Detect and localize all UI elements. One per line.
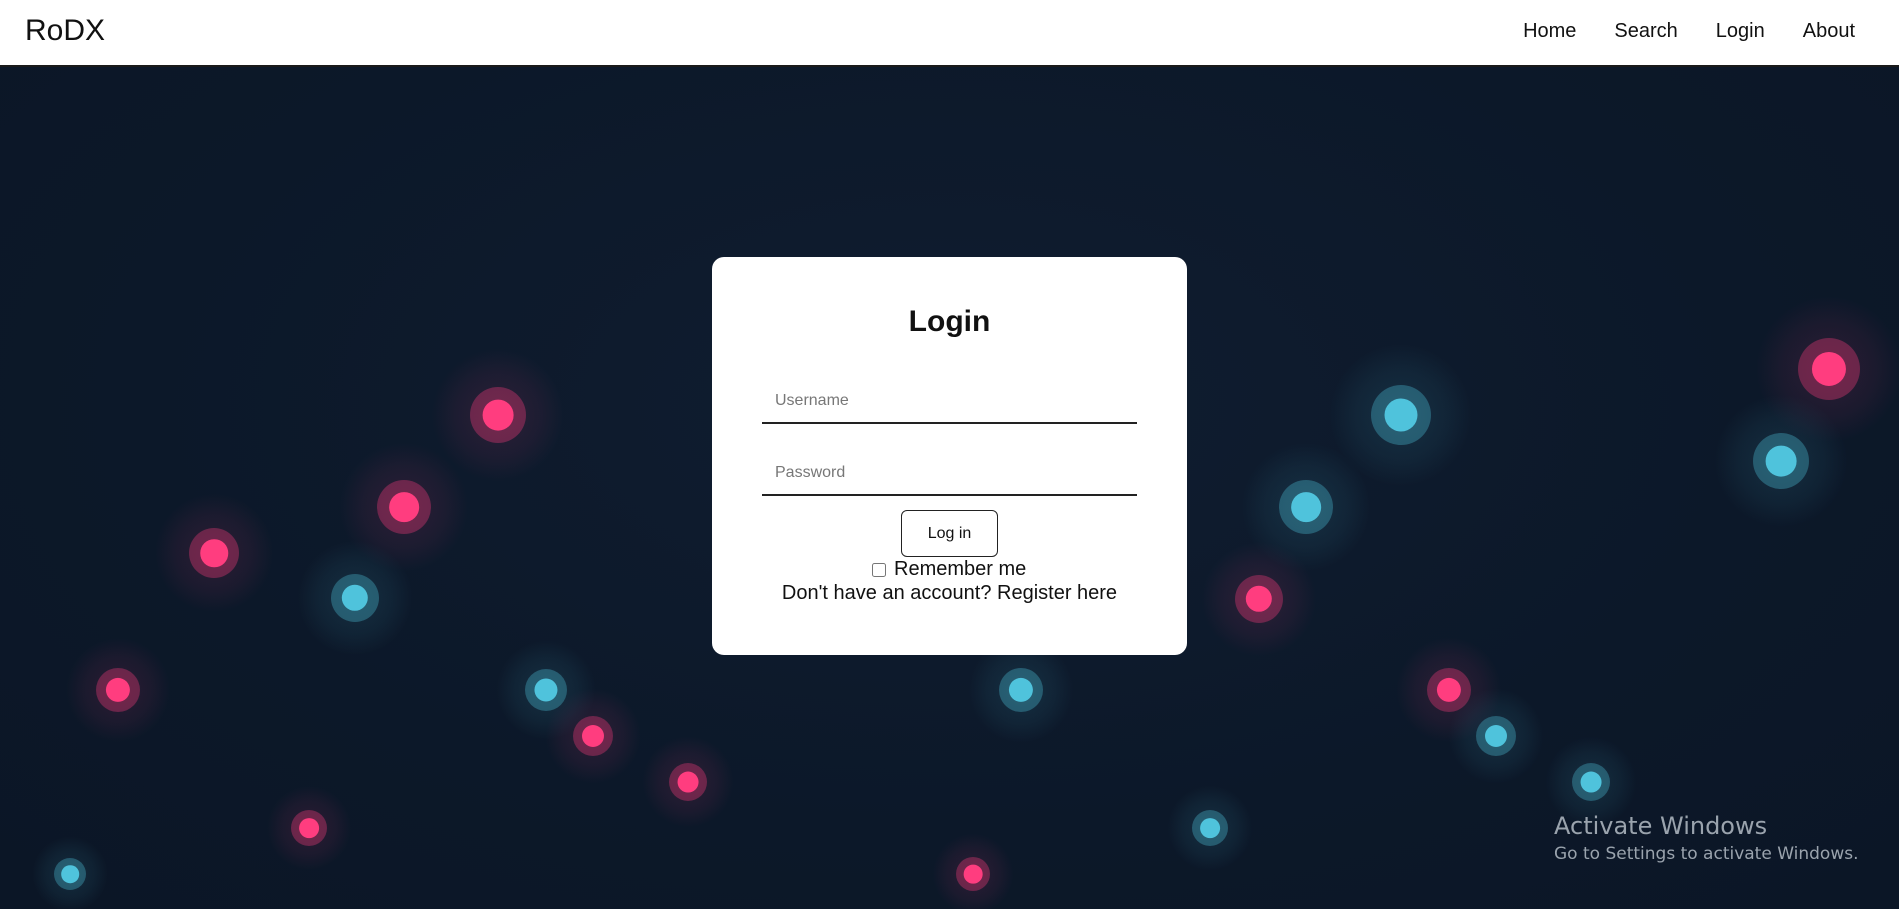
dot-core — [582, 725, 604, 747]
dot-core — [1200, 818, 1220, 838]
nav-link-about[interactable]: About — [1803, 20, 1855, 43]
pink-glow-dot — [154, 493, 274, 613]
watermark-title: Activate Windows — [1554, 812, 1768, 840]
dot-core — [482, 399, 514, 431]
pink-glow-dot — [932, 833, 1014, 909]
cyan-glow-dot — [297, 540, 413, 656]
register-prompt: Don't have an account? Register here — [712, 582, 1187, 605]
cyan-glow-dot — [1713, 393, 1849, 529]
pink-glow-dot — [65, 637, 171, 743]
top-navbar: RoDX Home Search Login About — [0, 0, 1899, 67]
password-input[interactable] — [762, 452, 1137, 496]
username-input[interactable] — [762, 380, 1137, 424]
dot-core — [61, 865, 79, 883]
pink-glow-dot — [265, 784, 353, 872]
dot-core — [677, 771, 699, 793]
login-button[interactable]: Log in — [901, 510, 998, 557]
remember-me[interactable]: Remember me — [872, 558, 1026, 581]
dot-core — [389, 492, 419, 522]
dot-core — [1811, 351, 1847, 387]
cyan-glow-dot — [1166, 784, 1254, 872]
dot-core — [1291, 492, 1321, 522]
dot-core — [1765, 445, 1797, 477]
dot-core — [534, 678, 558, 702]
watermark-subtitle: Go to Settings to activate Windows. — [1554, 844, 1859, 864]
login-title: Login — [908, 305, 991, 338]
dot-core — [200, 539, 228, 567]
dot-core — [1580, 771, 1602, 793]
remember-me-checkbox[interactable] — [872, 562, 886, 577]
cyan-glow-dot — [1329, 343, 1473, 487]
nav-links: Home Search Login About — [1523, 20, 1855, 43]
pink-glow-dot — [642, 736, 734, 828]
dot-core — [299, 818, 319, 838]
brand-logo[interactable]: RoDX — [25, 14, 105, 48]
cyan-glow-dot — [1448, 688, 1544, 784]
cyan-glow-dot — [31, 835, 109, 909]
register-link[interactable]: Don't have an account? Register here — [782, 582, 1117, 604]
windows-activation-watermark: Activate Windows Go to Settings to activ… — [1554, 812, 1859, 864]
nav-link-login[interactable]: Login — [1716, 20, 1765, 43]
pink-glow-dot — [545, 688, 641, 784]
dot-core — [963, 864, 983, 884]
remember-me-label: Remember me — [894, 558, 1027, 580]
dot-core — [1485, 725, 1507, 747]
nav-link-search[interactable]: Search — [1614, 20, 1677, 43]
nav-link-home[interactable]: Home — [1523, 20, 1576, 43]
dot-core — [1384, 398, 1418, 432]
